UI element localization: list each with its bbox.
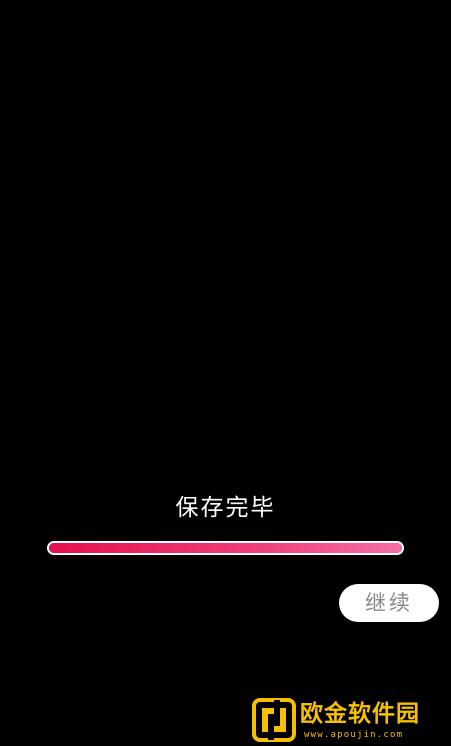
- watermark-url: www.apoujin.com: [304, 730, 404, 740]
- save-complete-screen: 保存完毕 继续 欧金软件园 www.apoujin.com: [0, 0, 451, 746]
- status-text: 保存完毕: [175, 495, 276, 521]
- watermark-logo-icon: [252, 698, 296, 742]
- continue-button[interactable]: 继续: [339, 584, 439, 622]
- progress-bar: [47, 541, 404, 555]
- watermark-title: 欧金软件园: [300, 701, 420, 727]
- progress-bar-fill: [49, 543, 402, 553]
- watermark: 欧金软件园 www.apoujin.com: [252, 698, 448, 744]
